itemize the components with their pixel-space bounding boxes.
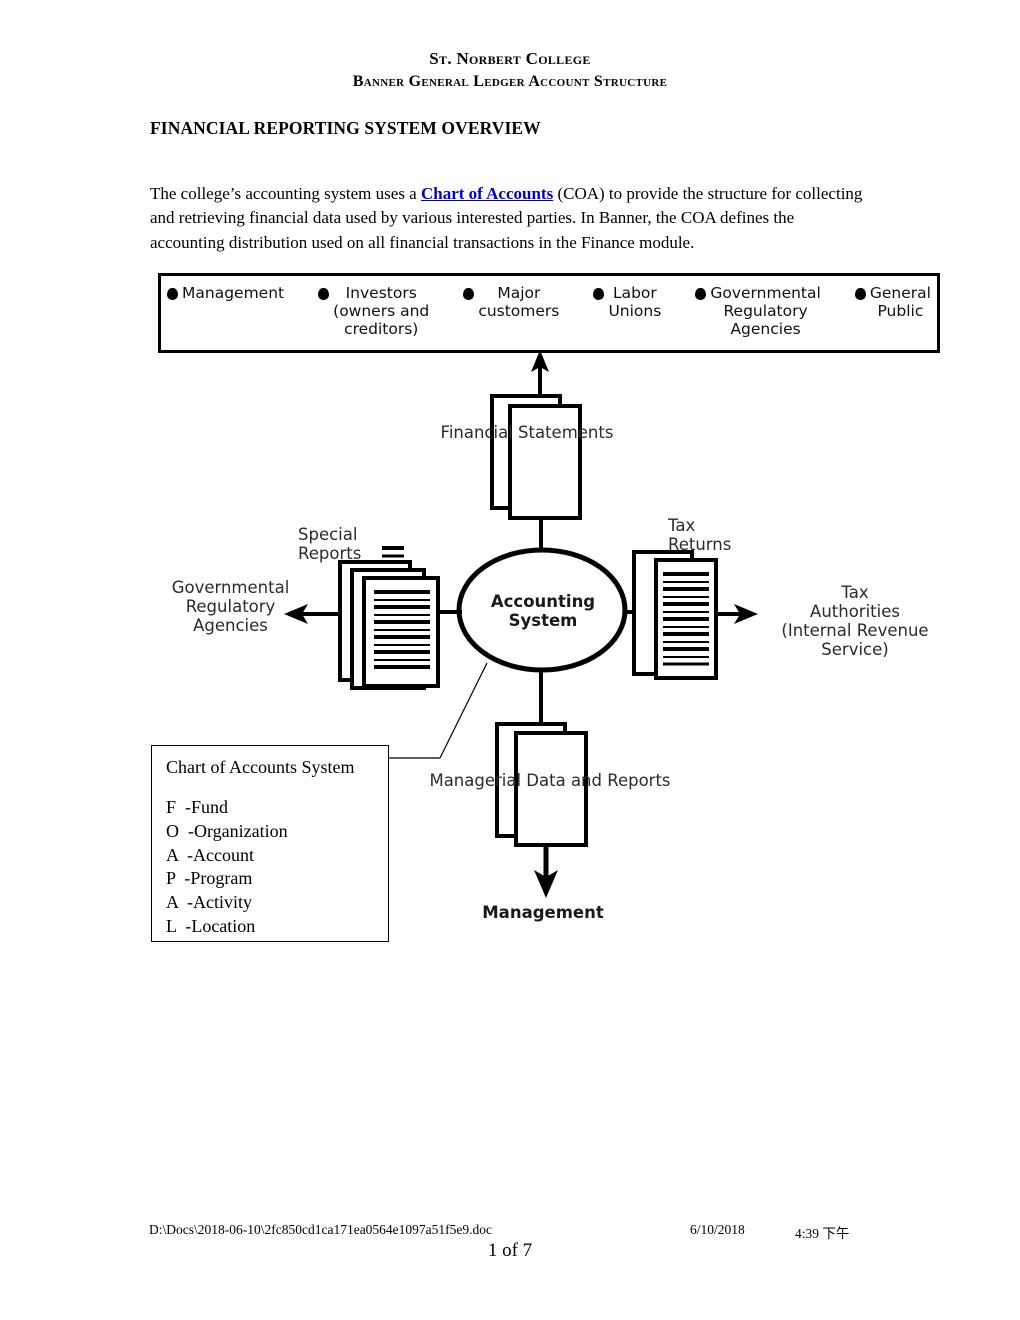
stakeholder-label: General Public [869,284,931,321]
stakeholder-labor-unions: Labor Unions [593,284,661,320]
stakeholders-list: Management Investors (owners and credito… [161,276,937,338]
footer-date: 6/10/2018 [690,1222,745,1237]
bullet-icon [167,288,178,300]
stakeholder-label: Investors (owners and creditors) [333,284,430,339]
document-header: St. Norbert College Banner General Ledge… [150,48,870,92]
special-reports-doc-stack [338,546,462,690]
bullet-icon [593,288,605,300]
coa-segment-activity: A -Activity [166,892,252,912]
bullet-icon [318,288,330,300]
chart-of-accounts-link[interactable]: Chart of Accounts [421,184,553,203]
stakeholders-box: Management Investors (owners and credito… [158,273,940,353]
bullet-icon [854,288,866,300]
intro-paragraph: The college’s accounting system uses a C… [150,182,868,255]
special-reports-label: Special Reports [298,525,362,564]
stakeholder-general-public: General Public [854,284,931,321]
stakeholder-investors: Investors (owners and creditors) [318,284,429,338]
arrow-down-to-management [534,845,558,898]
institution-title: St. Norbert College [429,49,591,68]
chart-of-accounts-callout: Chart of Accounts System F -Fund O -Orga… [151,745,389,942]
stakeholder-label: Major customers [478,284,560,321]
stakeholder-label: Labor Unions [608,284,662,321]
management-output-label: Management [482,903,604,922]
financial-statements-doc-stack [490,394,582,556]
footer-time: 4:39 下午 [795,1226,850,1241]
managerial-data-doc-stack [495,668,588,847]
footer-file-path: D:\Docs\2018-06-10\2fc850cd1ca171ea0564e… [149,1222,493,1237]
tax-returns-label: Tax Returns [668,516,732,555]
bullet-icon [463,288,475,300]
stakeholder-major-customers: Major customers [463,284,559,320]
bullet-icon [695,288,707,300]
coa-segment-fund: F -Fund [166,797,229,817]
managerial-data-and-reports-label: Managerial Data and Reports [429,771,671,790]
governmental-regulatory-agencies-label: Governmental Regulatory Agencies [171,578,290,636]
coa-segment-organization: O -Organization [166,820,288,841]
callout-title: Chart of Accounts System [166,757,355,777]
stakeholder-governmental-regulatory-agencies: Governmental Regulatory Agencies [695,284,821,339]
financial-statements-label: Financial Statements [440,423,614,442]
paragraph-text-before-link: The college’s accounting system uses a [150,184,421,203]
tax-returns-doc-stack [623,550,718,680]
callout-leader-line [389,662,488,759]
arrow-up-to-stakeholders [531,350,549,400]
document-subtitle: Banner General Ledger Account Structure [352,72,668,90]
coa-segment-program: P -Program [166,868,253,889]
coa-segment-list: F -Fund O -Organization A -Account P -Pr… [166,796,388,939]
accounting-system-label: Accounting System [490,592,596,631]
coa-segment-account: A -Account [166,844,254,865]
stakeholder-management: Management [167,284,284,302]
arrow-right-to-tax-authorities [716,604,758,624]
stakeholder-label: Governmental Regulatory Agencies [710,284,821,339]
coa-segment-location: L -Location [166,915,256,936]
section-heading: FINANCIAL REPORTING SYSTEM OVERVIEW [150,118,541,138]
footer-page-number: 1 of 7 [487,1240,533,1261]
stakeholder-label: Management [182,284,285,302]
tax-authorities-label: Tax Authorities (Internal Revenue Servic… [781,583,929,660]
